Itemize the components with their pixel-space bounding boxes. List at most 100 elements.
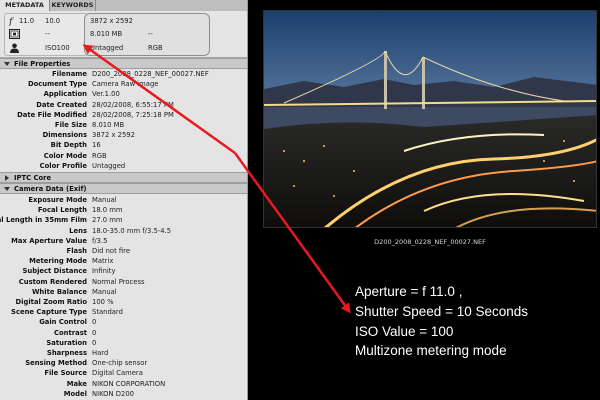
metadata-row: Sensing Method One-chip sensor	[0, 358, 247, 368]
metadata-key: Custom Rendered	[18, 277, 87, 286]
metadata-value: RGB	[92, 151, 107, 160]
metadata-key: Metering Mode	[29, 257, 87, 266]
metadata-row: Metering Mode Matrix	[0, 256, 247, 266]
metadata-value: 100 %	[92, 298, 114, 306]
summary-file-box: 3872 x 2592 8.010 MB -- Untagged RGB	[84, 13, 210, 56]
metadata-key: Document Type	[27, 80, 87, 89]
photo-preview[interactable]	[263, 10, 597, 228]
annotation-aperture: Aperture = f 11.0 ,	[355, 284, 463, 299]
metadata-summary: ƒ 11.0 10.0 -- ISO100 3872 x 2592 8.010 …	[0, 11, 247, 58]
section-title: IPTC Core	[14, 174, 52, 182]
metadata-row: Document Type Camera Raw image	[0, 79, 247, 89]
metadata-row: Scene Capture Type Standard	[0, 307, 247, 317]
metadata-key: Lens	[69, 226, 87, 235]
metadata-key: Filename	[51, 70, 87, 78]
metadata-key: Max Aperture Value	[11, 236, 87, 245]
metadata-key: Focal Length	[37, 206, 87, 215]
metadata-key: Make	[66, 379, 87, 388]
summary-aperture: 11.0	[19, 17, 35, 25]
metadata-value: Matrix	[92, 257, 114, 266]
summary-file-size: 8.010 MB	[90, 30, 123, 38]
metadata-row: Date Created 28/02/2008, 6:55:17 PM	[0, 100, 247, 110]
expand-triangle-icon	[4, 62, 10, 66]
metadata-row: Make NIKON CORPORATION	[0, 379, 247, 389]
metadata-row: Saturation 0	[0, 338, 247, 348]
metadata-value: f/3.5	[92, 236, 108, 245]
metadata-value: Digital Camera	[92, 369, 143, 378]
metadata-value: Ver.1.00	[92, 90, 120, 99]
tab-metadata[interactable]: METADATA	[0, 0, 50, 11]
metadata-row: Color Mode RGB	[0, 151, 247, 161]
expand-triangle-icon	[4, 187, 10, 191]
summary-color-mode: RGB	[148, 44, 163, 52]
metadata-value: Manual	[92, 287, 117, 296]
metadata-key: File Source	[44, 369, 87, 378]
summary-dimensions: 3872 x 2592	[90, 17, 133, 25]
metering-icon	[9, 29, 20, 39]
metadata-value: One-chip sensor	[92, 359, 148, 368]
metadata-key: Subject Distance	[22, 267, 87, 276]
metadata-value: 18.0-35.0 mm f/3.5-4.5	[92, 226, 172, 235]
metadata-value: NIKON CORPORATION	[92, 379, 166, 388]
metadata-row: Bit Depth 16	[0, 140, 247, 150]
summary-iso: ISO100	[45, 44, 70, 52]
metadata-row: Flash Did not fire	[0, 246, 247, 256]
annotation-iso: ISO Value = 100	[355, 323, 454, 339]
summary-metering: --	[45, 30, 50, 38]
metadata-row: Gain Control 0	[0, 317, 247, 327]
summary-exposure-box: ƒ 11.0 10.0 -- ISO100	[4, 13, 88, 56]
metadata-row: Sharpness Hard	[0, 348, 247, 358]
metadata-row: File Size 8.010 MB	[0, 120, 247, 130]
metadata-key: File Size	[54, 121, 87, 129]
metadata-row: Application Ver.1.00	[0, 89, 247, 99]
metadata-value: 16	[92, 141, 101, 150]
metadata-key: Focal Length in 35mm Film	[0, 216, 87, 225]
section-iptc-core[interactable]: IPTC Core	[0, 172, 247, 183]
aperture-icon: ƒ	[7, 16, 19, 28]
metadata-value: 8.010 MB	[92, 121, 125, 129]
metadata-key: Dimensions	[42, 131, 87, 140]
metadata-value: 0	[92, 328, 97, 337]
section-file-properties[interactable]: File Properties	[0, 58, 247, 69]
metadata-row: White Balance Manual	[0, 287, 247, 297]
annotation-shutter: Shutter Speed = 10 Seconds	[355, 303, 529, 319]
metadata-key: Date File Modified	[17, 110, 87, 119]
annotation-metering: Multizone metering mode	[355, 343, 507, 359]
metadata-value: Untagged	[92, 161, 126, 170]
metadata-value: 0	[92, 318, 97, 327]
metadata-value: Normal Process	[92, 277, 145, 286]
metadata-row: Date File Modified 28/02/2008, 7:25:18 PM	[0, 110, 247, 120]
metadata-value: 28/02/2008, 6:55:17 PM	[92, 100, 174, 109]
metadata-value: NIKON D200	[92, 389, 134, 398]
metadata-key: Bit Depth	[50, 141, 87, 150]
metadata-row: Contrast 0	[0, 328, 247, 338]
metadata-key: Gain Control	[39, 318, 87, 327]
metadata-row: Model NIKON D200	[0, 389, 247, 399]
metadata-key: Contrast	[54, 328, 87, 337]
metadata-row: Exposure Mode Manual	[0, 195, 247, 205]
metadata-row: Focal Length 18.0 mm	[0, 205, 247, 215]
metadata-value: 27.0 mm	[92, 216, 123, 225]
summary-shutter: 10.0	[45, 17, 61, 25]
section-title: File Properties	[14, 60, 71, 68]
metadata-key: Sensing Method	[25, 359, 87, 368]
metadata-value: D200_2008_0228_NEF_00027.NEF	[92, 70, 209, 78]
bridge-night-photo	[264, 11, 596, 227]
metadata-row: Subject Distance Infinity	[0, 266, 247, 276]
metadata-row: Filename D200_2008_0228_NEF_00027.NEF	[0, 69, 247, 79]
metadata-value: Manual	[92, 196, 117, 204]
metadata-key: Scene Capture Type	[11, 308, 87, 317]
tab-keywords[interactable]: KEYWORDS	[50, 0, 96, 11]
metadata-value: Hard	[92, 349, 109, 357]
metadata-row: Digital Zoom Ratio 100 %	[0, 297, 247, 307]
person-icon	[9, 43, 20, 53]
metadata-key: Exposure Mode	[28, 196, 87, 204]
section-camera-data[interactable]: Camera Data (Exif)	[0, 183, 247, 194]
metadata-key: Model	[63, 389, 87, 398]
metadata-panel: METADATA KEYWORDS ƒ 11.0 10.0 -- ISO100 …	[0, 0, 248, 400]
metadata-key: Sharpness	[46, 349, 87, 357]
svg-text:ƒ: ƒ	[8, 18, 14, 27]
metadata-value: 3872 x 2592	[92, 131, 135, 140]
metadata-row: Max Aperture Value f/3.5	[0, 236, 247, 246]
metadata-key: Color Profile	[39, 161, 87, 170]
